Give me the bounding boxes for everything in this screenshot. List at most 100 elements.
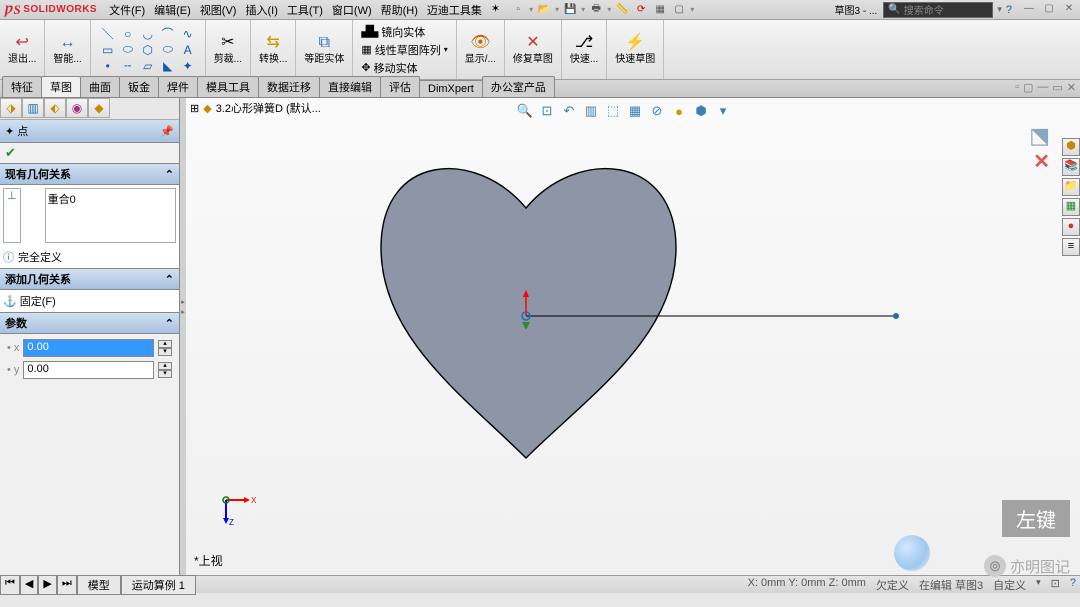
circle-icon[interactable]: ○ [119,27,137,41]
text-icon[interactable]: A [179,43,197,57]
cancel-sketch-icon[interactable]: ✕ [1029,149,1050,174]
help-icon[interactable]: ? [1006,4,1012,16]
spin-down[interactable]: ▾ [158,370,172,378]
ribbon-display[interactable]: 👁显示/... [457,20,505,79]
tab-mold[interactable]: 模具工具 [197,76,259,97]
pm-tab-config[interactable]: ⬖ [44,98,66,118]
status-help-icon[interactable]: ? [1070,577,1076,593]
line-icon[interactable]: ＼ [99,27,117,41]
spin-up[interactable]: ▴ [158,340,172,348]
restore-icon[interactable]: ▢ [1042,3,1056,17]
tab-nav-prev[interactable]: ◀ [20,575,38,595]
graphics-area[interactable]: ⊞ ◆ 3.2心形弹簧D (默认... 🔍 ⊡ ↶ ▥ ⬚ ▦ ⊘ ● ⬢ ▾ … [186,98,1080,575]
pm-ok-button[interactable]: ✔ [0,143,179,163]
pm-tab-feature[interactable]: ⬗ [0,98,22,118]
confirm-sketch-icon[interactable]: ⬔ [1029,123,1050,149]
tab-nav-next[interactable]: ▶ [38,575,56,595]
pm-sec-relations[interactable]: 现有几何关系⌃ [0,163,179,185]
status-custom[interactable]: 自定义 [993,577,1026,593]
tab-nav-last[interactable]: ⏭ [57,575,77,595]
tab-evaluate[interactable]: 评估 [380,76,420,97]
menu-help[interactable]: 帮助(H) [377,0,422,20]
menu-window[interactable]: 窗口(W) [328,0,376,20]
menu-view[interactable]: 视图(V) [196,0,241,20]
pm-sec-add[interactable]: 添加几何关系⌃ [0,268,179,290]
open-icon[interactable]: 📂 [536,3,552,17]
spline-icon[interactable]: ∿ [179,27,197,41]
doc-close-icon[interactable]: ✕ [1067,81,1076,94]
save-icon[interactable]: 💾 [562,3,578,17]
tab-dimxpert[interactable]: DimXpert [419,80,483,97]
param-y-input[interactable]: 0.00 [23,361,154,379]
ribbon-trim[interactable]: ✂剪裁... [206,20,251,79]
ribbon-offset[interactable]: ⧉等距实体 [296,20,353,79]
ribbon-pattern[interactable]: ▦线性草图阵列▾ [359,41,449,59]
ellipse-icon[interactable]: ⬭ [159,43,177,57]
tab-model[interactable]: 模型 [77,575,121,595]
doc-selector[interactable]: 草图3 - ... [833,2,880,17]
arc-icon[interactable]: ◡ [139,27,157,41]
doc-icon[interactable]: ▢ [671,3,687,17]
pm-sec-params[interactable]: 参数⌃ [0,312,179,334]
menu-file[interactable]: 文件(F) [105,0,149,20]
tab-office[interactable]: 办公室产品 [482,76,555,97]
print-icon[interactable]: 🖶 [588,3,604,17]
options-icon[interactable]: ▦ [652,3,668,17]
status-locale-icon[interactable]: ⊡ [1051,577,1060,593]
ribbon-convert[interactable]: ⇆转换... [251,20,296,79]
dock-lib-icon[interactable]: 📚 [1062,158,1080,176]
dock-explorer-icon[interactable]: 📁 [1062,178,1080,196]
rebuild-icon[interactable]: ⟳ [633,3,649,17]
param-x-input[interactable]: 0.00 [23,339,154,357]
menu-tools[interactable]: 工具(T) [283,0,327,20]
pm-tab-prop[interactable]: ▥ [22,98,44,118]
plane-icon[interactable]: ▱ [139,59,157,73]
dock-res-icon[interactable]: ⬢ [1062,138,1080,156]
more-icon[interactable]: ✦ [179,59,197,73]
doc-float-icon[interactable]: ▭ [1052,81,1062,94]
fillet-icon[interactable]: ⌒ [159,27,177,41]
tab-motion[interactable]: 运动算例 1 [121,575,196,595]
centerline-icon[interactable]: ╌ [119,59,137,73]
tab-features[interactable]: 特征 [2,76,42,97]
menu-star-icon[interactable]: ✶ [487,0,504,20]
doc-min-icon[interactable]: ▫ [1015,81,1019,94]
search-command[interactable]: 🔍 搜索命令 [883,2,993,18]
ribbon-exit-sketch[interactable]: ↩退出... [0,20,45,79]
ribbon-mirror[interactable]: ▟▙镜向实体 [359,23,427,41]
new-icon[interactable]: ▫ [510,3,526,17]
tab-weldment[interactable]: 焊件 [158,76,198,97]
pm-tab-display[interactable]: ◉ [66,98,88,118]
relations-list[interactable]: 重合0 [45,188,176,243]
fix-relation-button[interactable]: ⚓ 固定(F) [3,296,56,308]
dock-prop-icon[interactable]: ≡ [1062,238,1080,256]
dock-appear-icon[interactable]: ● [1062,218,1080,236]
tab-direct[interactable]: 直接编辑 [319,76,381,97]
polygon-icon[interactable]: ⬡ [139,43,157,57]
doc-restore-icon[interactable]: — [1037,81,1048,94]
ribbon-quick-sketch[interactable]: ⚡快速草图 [607,20,664,79]
close-icon[interactable]: ✕ [1062,3,1076,17]
tab-sheetmetal[interactable]: 钣金 [119,76,159,97]
spin-up[interactable]: ▴ [158,362,172,370]
ribbon-quick[interactable]: ⎇快速... [562,20,607,79]
tab-surface[interactable]: 曲面 [80,76,120,97]
slot-icon[interactable]: ⬭ [119,43,137,57]
tab-data[interactable]: 数据迁移 [258,76,320,97]
ribbon-smart-dim[interactable]: ↔智能... [45,20,90,79]
tab-sketch[interactable]: 草图 [41,76,81,97]
rect-icon[interactable]: ▭ [99,43,117,57]
doc-max-icon[interactable]: ▢ [1023,81,1033,94]
sketch-heart-shape[interactable] [186,98,1066,575]
pushpin-icon[interactable]: 📌 [160,125,174,138]
ruler-icon[interactable]: 📏 [614,3,630,17]
ribbon-repair[interactable]: ✕修复草图 [505,20,562,79]
tab-nav-first[interactable]: ⏮ [0,575,20,595]
ribbon-move[interactable]: ✥移动实体 [359,59,419,77]
minimize-icon[interactable]: — [1022,3,1036,17]
menu-insert[interactable]: 插入(I) [241,0,281,20]
chamfer-icon[interactable]: ◣ [159,59,177,73]
point-icon[interactable]: • [99,59,117,73]
menu-maidi[interactable]: 迈迪工具集 [423,0,486,20]
menu-edit[interactable]: 编辑(E) [150,0,195,20]
